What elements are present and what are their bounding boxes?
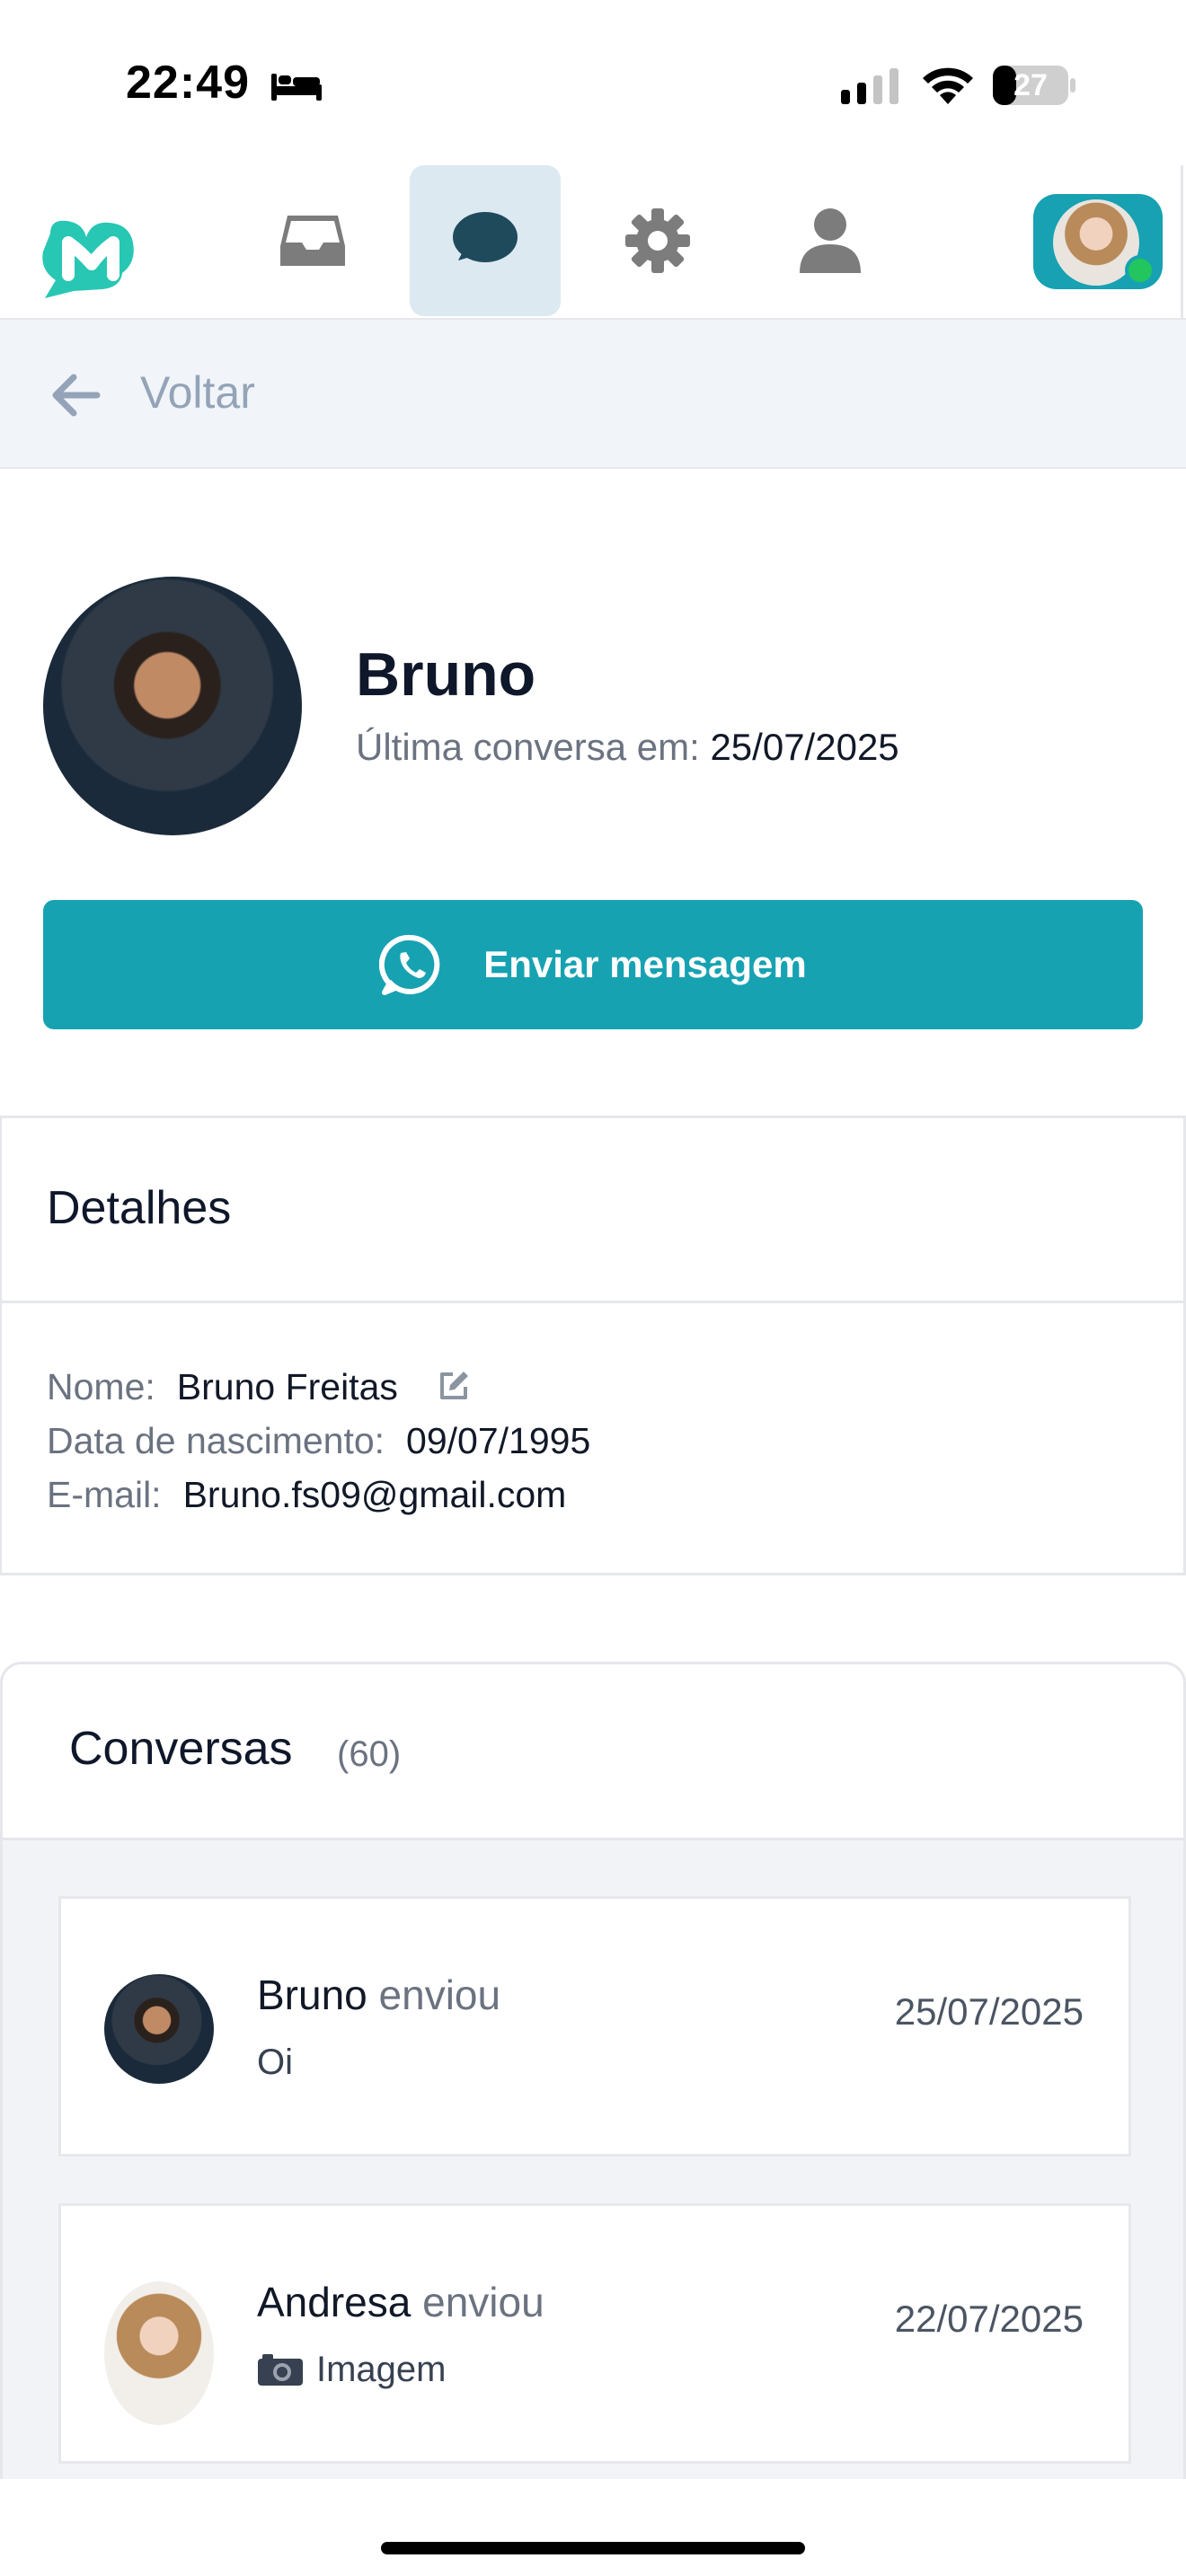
bottom-safe-area [0, 2479, 1186, 2576]
email-value: Bruno.fs09@gmail.com [182, 1474, 567, 1515]
contact-avatar [43, 577, 302, 835]
conversation-preview: Oi [257, 2042, 293, 2082]
name-label: Nome: [47, 1366, 155, 1407]
back-button-label[interactable]: Voltar [140, 366, 255, 419]
send-message-label: Enviar mensagem [483, 943, 807, 985]
whatsapp-icon [379, 934, 440, 995]
battery-percent: 27 [1013, 68, 1048, 102]
nav-settings[interactable] [582, 165, 733, 316]
conversation-sender: Bruno enviou [257, 1971, 500, 2019]
status-bar: 22:49 27 [0, 0, 1186, 162]
wifi-icon [923, 67, 973, 104]
signal-icon [841, 68, 898, 104]
conversations-card: Conversas (60) Bruno enviou Oi 25/07/202… [0, 1662, 1186, 2576]
arrow-left-icon[interactable] [50, 372, 101, 419]
details-card: Detalhes Nome: Bruno Freitas Data de nasc… [0, 1116, 1186, 1575]
nav-profile[interactable] [755, 165, 906, 316]
conversation-item[interactable]: Bruno enviou Oi 25/07/2025 [58, 1896, 1131, 2157]
conversation-date: 25/07/2025 [894, 1990, 1084, 2033]
details-title: Detalhes [47, 1182, 232, 1234]
birth-value: 09/07/1995 [406, 1420, 591, 1461]
conversations-count: (60) [337, 1734, 402, 1774]
gear-icon [625, 208, 690, 273]
details-header: Detalhes [2, 1118, 1183, 1303]
detail-email-row: E-mail: Bruno.fs09@gmail.com [47, 1474, 566, 1516]
chat-icon [453, 212, 518, 262]
sender-verb: enviou [378, 1972, 501, 2018]
conversation-sender: Andresa enviou [257, 2278, 544, 2326]
app-logo[interactable] [32, 216, 151, 305]
user-icon [800, 208, 861, 273]
bed-icon [271, 74, 322, 101]
conversations-title: Conversas [69, 1723, 293, 1775]
online-status-dot [1125, 255, 1155, 286]
battery-indicator: 27 [992, 65, 1076, 106]
camera-icon [258, 2354, 303, 2386]
preview-text: Imagem [316, 2350, 447, 2389]
contact-name: Bruno [356, 640, 536, 709]
account-avatar[interactable] [1033, 194, 1163, 289]
last-conversation-label: Última conversa em: [356, 726, 700, 768]
birth-label: Data de nascimento: [47, 1420, 385, 1461]
nav-inbox[interactable] [237, 165, 388, 316]
conversation-avatar [104, 2281, 214, 2425]
nav-divider [1181, 165, 1183, 318]
last-conversation: Última conversa em: 25/07/2025 [356, 726, 899, 769]
last-conversation-date: 25/07/2025 [710, 726, 899, 768]
conversation-avatar [104, 1974, 214, 2084]
inbox-icon [280, 216, 345, 266]
conversation-preview: Imagem [257, 2350, 447, 2390]
detail-birth-row: Data de nascimento: 09/07/1995 [47, 1420, 590, 1462]
email-label: E-mail: [47, 1474, 162, 1515]
conversations-header: Conversas (60) [3, 1664, 1183, 1840]
send-message-button[interactable]: Enviar mensagem [43, 900, 1143, 1029]
home-indicator[interactable] [381, 2542, 805, 2554]
nav-chat[interactable] [410, 165, 561, 316]
status-time: 22:49 [126, 57, 250, 109]
detail-name-row: Nome: Bruno Freitas [47, 1366, 471, 1408]
sender-name: Andresa [257, 2279, 412, 2325]
edit-icon[interactable] [437, 1369, 471, 1403]
back-bar[interactable]: Voltar [0, 318, 1186, 469]
conversation-date: 22/07/2025 [894, 2298, 1084, 2340]
sender-verb: enviou [422, 2279, 544, 2325]
sender-name: Bruno [257, 1972, 367, 2018]
name-value: Bruno Freitas [176, 1366, 398, 1407]
conversation-item[interactable]: Andresa enviou Imagem 22/07/2025 [58, 2203, 1131, 2464]
top-navigation [0, 165, 1186, 318]
